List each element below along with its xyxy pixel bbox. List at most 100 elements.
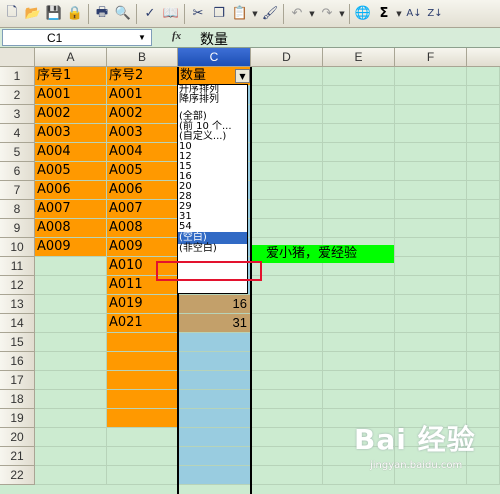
spelling-icon[interactable]: ✓ <box>140 3 160 25</box>
cell-g14[interactable] <box>467 314 500 333</box>
cell-d4[interactable] <box>251 124 323 143</box>
cell-b9[interactable]: A008 <box>107 219 178 238</box>
save-icon[interactable]: 💾 <box>44 3 64 25</box>
cell-d13[interactable] <box>251 295 323 314</box>
cell-g13[interactable] <box>467 295 500 314</box>
cell-b22[interactable] <box>107 466 178 485</box>
redo-dropdown-icon[interactable]: ▼ <box>338 3 346 25</box>
row-header[interactable]: 9 <box>0 219 35 238</box>
formula-input[interactable]: 数量 <box>200 29 228 49</box>
cell-a12[interactable] <box>35 276 107 295</box>
cell-f15[interactable] <box>395 333 467 352</box>
cell-e6[interactable] <box>323 162 395 181</box>
cell-d1[interactable] <box>251 67 323 86</box>
cell-a17[interactable] <box>35 371 107 390</box>
column-header-d[interactable]: D <box>251 48 323 67</box>
cell-b16[interactable] <box>107 352 178 371</box>
row-header[interactable]: 21 <box>0 447 35 466</box>
cell-d21[interactable] <box>251 447 323 466</box>
cell-e12[interactable] <box>323 276 395 295</box>
cell-a10[interactable]: A009 <box>35 238 107 257</box>
cell-b3[interactable]: A002 <box>107 105 178 124</box>
cell-d19[interactable] <box>251 409 323 428</box>
cut-icon[interactable]: ✂ <box>188 3 208 25</box>
column-header-c[interactable]: C <box>178 48 251 67</box>
cell-b6[interactable]: A005 <box>107 162 178 181</box>
column-header-a[interactable]: A <box>35 48 107 67</box>
cell-f2[interactable] <box>395 86 467 105</box>
cell-e14[interactable] <box>323 314 395 333</box>
cell-g18[interactable] <box>467 390 500 409</box>
cell-c15[interactable] <box>178 333 251 352</box>
permission-icon[interactable]: 🔒 <box>65 3 85 25</box>
cell-c17[interactable] <box>178 371 251 390</box>
cell-a5[interactable]: A004 <box>35 143 107 162</box>
cell-g10[interactable] <box>467 238 500 257</box>
cell-e1[interactable] <box>323 67 395 86</box>
filter-sort-descending[interactable]: 降序排列 <box>178 95 247 105</box>
cell-g2[interactable] <box>467 86 500 105</box>
cell-c14[interactable]: 31 <box>178 314 251 333</box>
row-header[interactable]: 13 <box>0 295 35 314</box>
cell-b14[interactable]: A021 <box>107 314 178 333</box>
filter-value[interactable]: 54 <box>178 222 247 232</box>
cell-d6[interactable] <box>251 162 323 181</box>
cell-e3[interactable] <box>323 105 395 124</box>
hyperlink-icon[interactable]: 🌐 <box>353 3 373 25</box>
cell-f6[interactable] <box>395 162 467 181</box>
cell-f9[interactable] <box>395 219 467 238</box>
row-header[interactable]: 4 <box>0 124 35 143</box>
cell-a22[interactable] <box>35 466 107 485</box>
cell-e8[interactable] <box>323 200 395 219</box>
row-header[interactable]: 17 <box>0 371 35 390</box>
cell-b5[interactable]: A004 <box>107 143 178 162</box>
cell-c20[interactable] <box>178 428 251 447</box>
cell-a1[interactable]: 序号1 <box>35 67 107 86</box>
paste-icon[interactable]: 📋 <box>230 3 250 25</box>
row-header[interactable]: 6 <box>0 162 35 181</box>
row-header[interactable]: 8 <box>0 200 35 219</box>
undo-dropdown-icon[interactable]: ▼ <box>308 3 316 25</box>
cell-f16[interactable] <box>395 352 467 371</box>
row-header[interactable]: 5 <box>0 143 35 162</box>
copy-icon[interactable]: ❐ <box>209 3 229 25</box>
autofilter-button[interactable]: ▼ <box>235 69 250 83</box>
research-icon[interactable]: 📖 <box>161 3 181 25</box>
row-header[interactable]: 22 <box>0 466 35 485</box>
cell-g7[interactable] <box>467 181 500 200</box>
cell-e16[interactable] <box>323 352 395 371</box>
row-header[interactable]: 14 <box>0 314 35 333</box>
cell-b15[interactable] <box>107 333 178 352</box>
cell-g16[interactable] <box>467 352 500 371</box>
cell-f17[interactable] <box>395 371 467 390</box>
cell-d17[interactable] <box>251 371 323 390</box>
cell-a15[interactable] <box>35 333 107 352</box>
cell-b19[interactable] <box>107 409 178 428</box>
cell-b18[interactable] <box>107 390 178 409</box>
note-cell-d13[interactable]: 爱小猪，爱经验 <box>252 245 394 263</box>
cell-d9[interactable] <box>251 219 323 238</box>
cell-b7[interactable]: A006 <box>107 181 178 200</box>
cell-b2[interactable]: A001 <box>107 86 178 105</box>
cell-c13[interactable]: 16 <box>178 295 251 314</box>
cell-b21[interactable] <box>107 447 178 466</box>
cell-g15[interactable] <box>467 333 500 352</box>
cell-e5[interactable] <box>323 143 395 162</box>
open-icon[interactable]: 📂 <box>23 3 43 25</box>
cell-e17[interactable] <box>323 371 395 390</box>
sort-ascending-icon[interactable]: A↓ <box>404 3 424 25</box>
cell-g1[interactable] <box>467 67 500 86</box>
row-header[interactable]: 12 <box>0 276 35 295</box>
cell-d20[interactable] <box>251 428 323 447</box>
row-header[interactable]: 16 <box>0 352 35 371</box>
row-header[interactable]: 18 <box>0 390 35 409</box>
chevron-down-icon[interactable]: ▼ <box>135 31 149 44</box>
row-header[interactable]: 19 <box>0 409 35 428</box>
cell-a13[interactable] <box>35 295 107 314</box>
row-header[interactable]: 10 <box>0 238 35 257</box>
cell-c19[interactable] <box>178 409 251 428</box>
cell-e13[interactable] <box>323 295 395 314</box>
cell-e7[interactable] <box>323 181 395 200</box>
cell-g9[interactable] <box>467 219 500 238</box>
cell-g8[interactable] <box>467 200 500 219</box>
